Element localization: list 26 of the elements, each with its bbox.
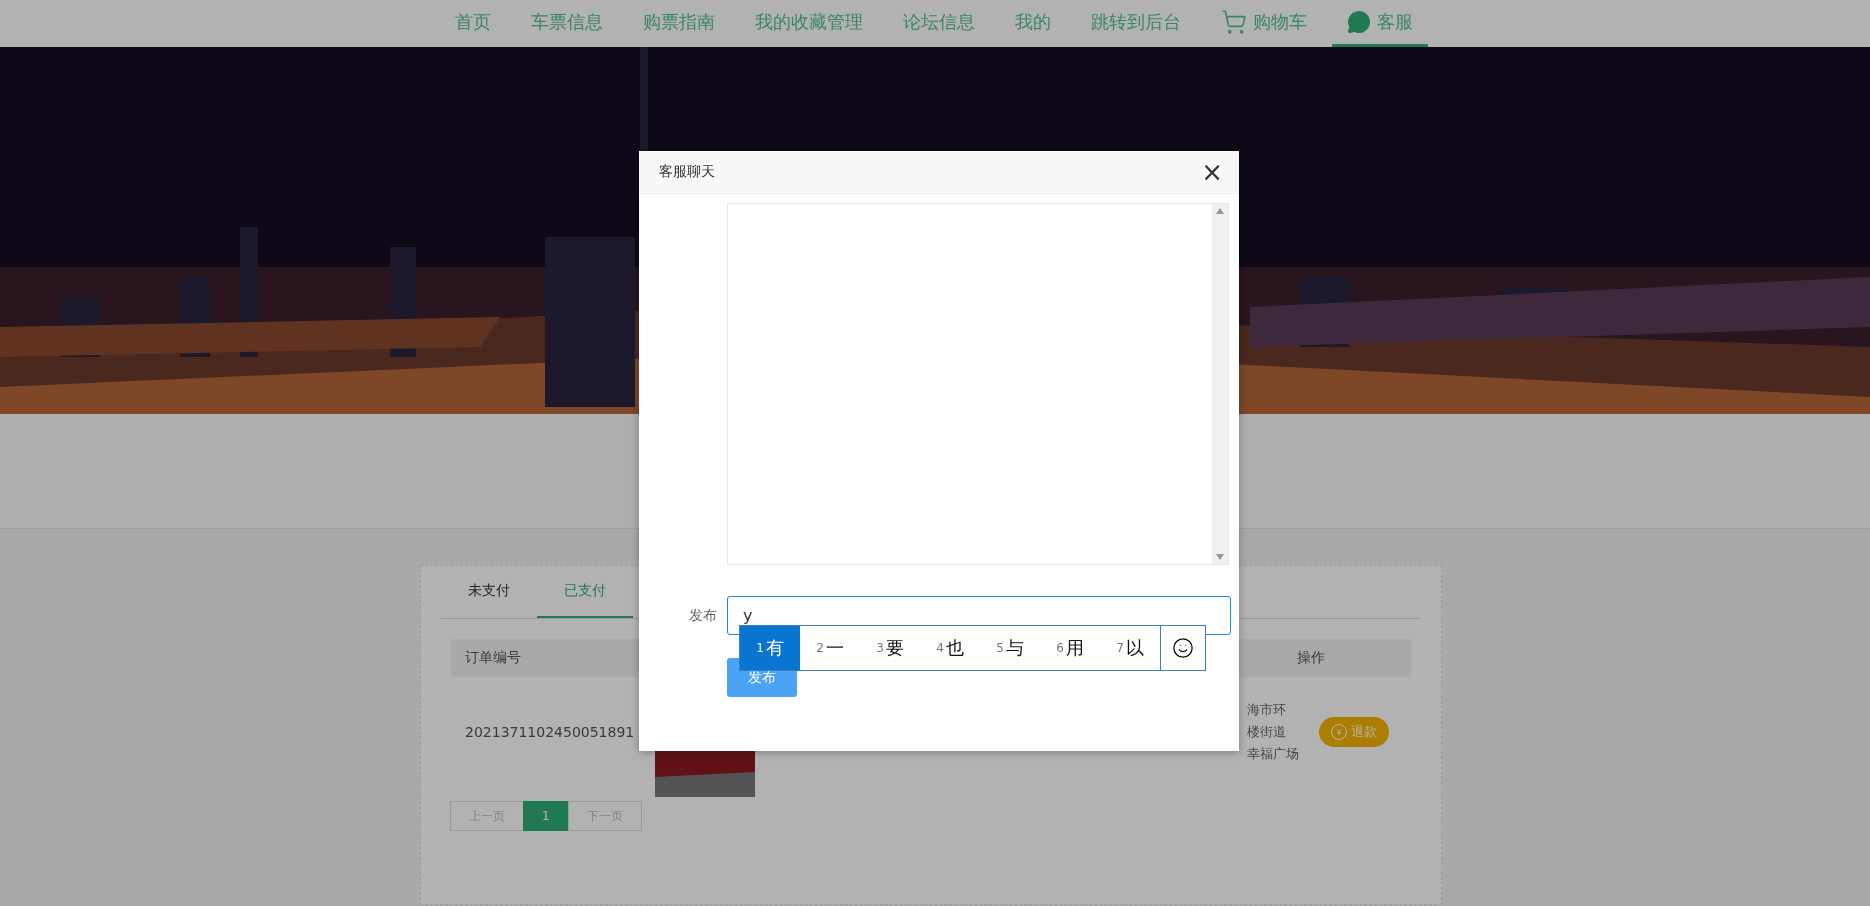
cart-icon [1221, 9, 1247, 35]
chat-icon [1347, 10, 1371, 34]
nav-link[interactable]: 购票指南 [628, 0, 730, 47]
page-link[interactable]: 1 [523, 801, 569, 831]
field-label: 发布 [688, 606, 718, 625]
scrollbar[interactable] [1212, 204, 1228, 564]
nav-link[interactable]: 我的收藏管理 [740, 0, 878, 47]
scroll-up-icon[interactable] [1216, 208, 1224, 214]
order-number: 2021371102450051891 [465, 724, 636, 740]
dialog-title: 客服聊天 [659, 163, 715, 181]
column-header: 订单编号 [465, 649, 522, 667]
nav-link[interactable]: 车票信息 [516, 0, 618, 47]
nav-link[interactable]: 购物车 [1206, 0, 1322, 47]
nav-link[interactable]: 首页 [440, 0, 506, 47]
column-header: 操作 [1297, 649, 1326, 667]
order-tab[interactable]: 已支付 [537, 566, 633, 618]
ime-candidate[interactable]: 1 有 [740, 626, 800, 670]
scroll-down-icon[interactable] [1216, 554, 1224, 560]
close-button[interactable]: × [1201, 162, 1223, 182]
refund-button[interactable]: ¥ 退款 [1319, 717, 1389, 747]
nav-link[interactable]: 跳转到后台 [1076, 0, 1196, 47]
nav-link[interactable]: 我的 [1000, 0, 1066, 47]
address-text: 海市环 楼街道 幸福广场 [1247, 701, 1300, 763]
order-tab[interactable]: 未支付 [441, 566, 537, 618]
smiley-icon [1172, 637, 1194, 659]
nav-link[interactable]: 论坛信息 [888, 0, 990, 47]
